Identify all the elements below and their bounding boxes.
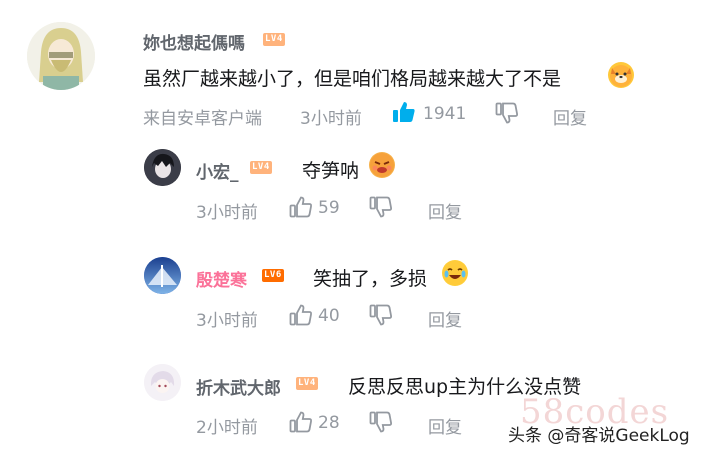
reply-text: 笑抽了，多损	[313, 268, 428, 290]
reply-button[interactable]: 回复	[428, 198, 462, 223]
reply-time: 3小时前	[196, 311, 258, 331]
reply-avatar[interactable]	[144, 364, 181, 401]
reply-time: 3小时前	[196, 203, 258, 223]
laugh-cry-emoji-icon	[442, 260, 468, 286]
thumbs-down-icon[interactable]	[369, 196, 393, 222]
reply-button[interactable]: 回复	[428, 413, 462, 438]
reply-username[interactable]: 小宏_	[196, 158, 239, 183]
level-badge: LV4	[296, 377, 318, 390]
reply-time: 2小时前	[196, 418, 258, 438]
thumbs-up-icon[interactable]	[289, 411, 313, 437]
level-badge: LV4	[250, 161, 272, 174]
comment-like-count: 1941	[423, 104, 467, 124]
commenter-username[interactable]: 妳也想起傌嗎	[143, 29, 245, 54]
reply-username[interactable]: 折木武大郎	[196, 374, 281, 399]
reply-avatar[interactable]	[144, 149, 181, 186]
reply-text: 夺笋呐	[302, 160, 360, 182]
thumbs-up-icon[interactable]	[289, 304, 313, 330]
reply-avatar[interactable]	[144, 257, 181, 294]
reply-like-count: 59	[318, 198, 340, 218]
comment-reply-button[interactable]: 回复	[553, 104, 587, 129]
dog-emoji-icon	[608, 62, 634, 88]
thumbs-down-icon[interactable]	[495, 102, 519, 128]
reply-username[interactable]: 殷楚寒	[196, 266, 247, 291]
comment-time: 3小时前	[300, 109, 362, 129]
thumbs-down-icon[interactable]	[369, 411, 393, 437]
angry-emoji-icon	[369, 152, 395, 178]
thumbs-up-filled-icon[interactable]	[392, 101, 416, 127]
level-badge: LV4	[263, 33, 285, 46]
thumbs-up-icon[interactable]	[289, 196, 313, 222]
source-credit: 头条 @奇客说GeekLog	[508, 426, 690, 446]
level-badge: LV6	[262, 269, 284, 282]
thumbs-down-icon[interactable]	[369, 304, 393, 330]
reply-like-count: 28	[318, 413, 340, 433]
reply-button[interactable]: 回复	[428, 306, 462, 331]
commenter-avatar[interactable]	[27, 22, 95, 90]
comment-text: 虽然厂越来越小了，但是咱们格局越来越大了不是	[143, 68, 562, 90]
comment-source: 来自安卓客户端	[143, 109, 262, 129]
reply-like-count: 40	[318, 306, 340, 326]
